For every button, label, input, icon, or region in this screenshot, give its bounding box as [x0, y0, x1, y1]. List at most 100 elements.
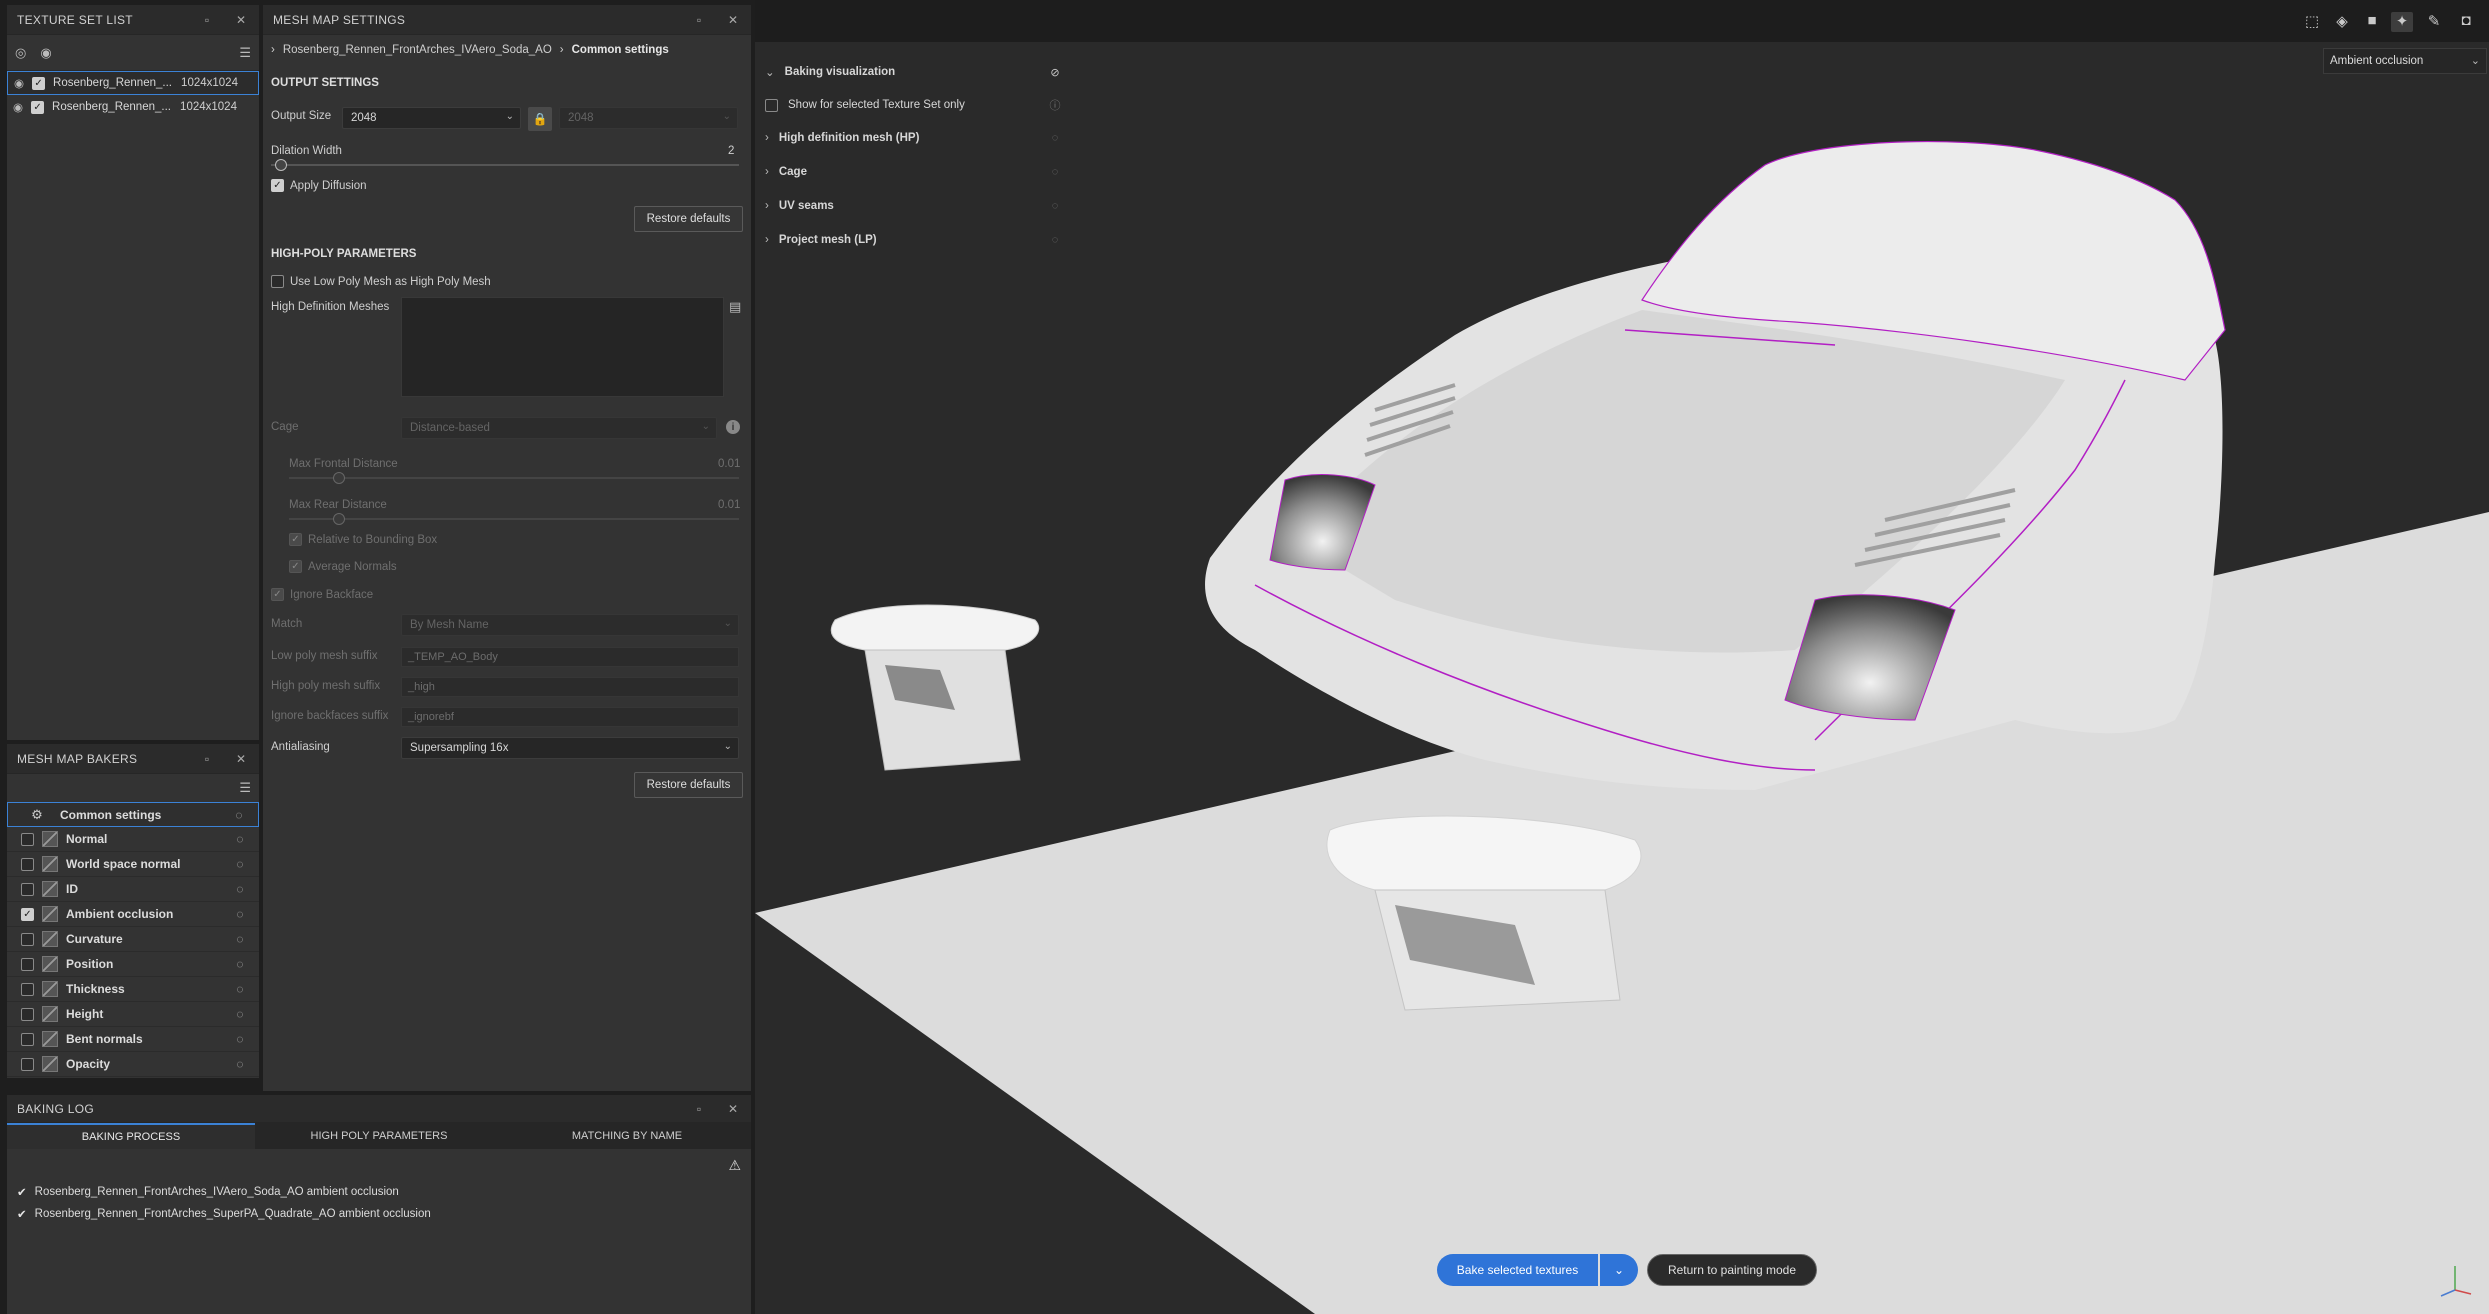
vis-group-hp[interactable]: › High definition mesh (HP) ◌ [765, 121, 1065, 155]
3d-viewport[interactable]: ⬚ ◈ ■ ✦ ✎ ◘ Ambient occlusion ⌄ ⌄ Baking… [755, 0, 2489, 1314]
eye-icon[interactable]: ◉ [40, 45, 51, 61]
antialiasing-select[interactable]: Supersampling 16x ⌄ [401, 737, 739, 759]
baker-row[interactable]: Height ◌ [7, 1002, 259, 1027]
baker-checkbox[interactable] [21, 1007, 34, 1021]
baker-row[interactable]: Position ◌ [7, 952, 259, 977]
float-panel-icon[interactable]: ▫ [197, 10, 217, 30]
baker-checkbox[interactable]: ✓ [21, 907, 34, 921]
visibility-icon[interactable]: ◌ [1045, 132, 1065, 144]
visibility-link-icon[interactable]: ◌ [231, 982, 249, 996]
float-panel-icon[interactable]: ▫ [689, 1099, 709, 1119]
tab-matching-by-name[interactable]: MATCHING BY NAME [503, 1123, 751, 1149]
output-size-value: 2048 [351, 112, 377, 124]
tab-baking-process[interactable]: BAKING PROCESS [7, 1123, 255, 1149]
eye-icon[interactable]: ◉ [14, 76, 24, 90]
baker-row[interactable]: Opacity ◌ [7, 1052, 259, 1077]
vis-group-uv-seams[interactable]: › UV seams ◌ [765, 189, 1065, 223]
visibility-link-icon[interactable]: ◌ [231, 907, 249, 921]
eye-icon[interactable]: ◉ [13, 100, 23, 114]
texture-set-row[interactable]: ◉ ✓ Rosenberg_Rennen_... 1024x1024 [7, 71, 259, 95]
log-toolbar: ⚠ [7, 1149, 751, 1181]
baker-row[interactable]: World space normal ◌ [7, 852, 259, 877]
vis-group-cage[interactable]: › Cage ◌ [765, 155, 1065, 189]
dilation-width-slider-knob[interactable] [274, 159, 287, 171]
close-icon[interactable]: ✕ [231, 749, 251, 769]
restore-defaults-button[interactable]: Restore defaults [634, 772, 743, 798]
visibility-link-icon[interactable]: ◌ [231, 857, 249, 871]
baking-visualization-header[interactable]: ⌄ Baking visualization ⊘ [765, 55, 1065, 89]
visibility-icon[interactable]: ◌ [1045, 166, 1065, 178]
vis-group-lp[interactable]: › Project mesh (LP) ◌ [765, 223, 1065, 257]
baker-row[interactable]: ✓ Ambient occlusion ◌ [7, 902, 259, 927]
close-icon[interactable]: ✕ [723, 1099, 743, 1119]
baker-checkbox[interactable] [21, 857, 34, 871]
baker-row[interactable]: ID ◌ [7, 877, 259, 902]
visibility-link-icon[interactable]: ◌ [231, 932, 249, 946]
baker-checkbox[interactable] [21, 1057, 34, 1071]
list-settings-icon[interactable]: ☰ [239, 780, 251, 796]
return-to-painting-mode-button[interactable]: Return to painting mode [1647, 1254, 1817, 1286]
visibility-link-icon[interactable]: ◌ [231, 882, 249, 896]
tab-high-poly-parameters[interactable]: HIGH POLY PARAMETERS [255, 1123, 503, 1149]
visibility-link-icon[interactable]: ◌ [231, 1007, 249, 1021]
baker-checkbox[interactable] [21, 982, 34, 996]
baker-checkbox[interactable] [21, 882, 34, 896]
visibility-link-icon[interactable]: ◌ [230, 808, 248, 822]
baker-label: Opacity [66, 1057, 111, 1071]
max-frontal-distance-slider [289, 477, 739, 479]
baker-row[interactable]: Curvature ◌ [7, 927, 259, 952]
use-low-poly-row[interactable]: Use Low Poly Mesh as High Poly Mesh [271, 275, 491, 288]
eye-hidden-icon[interactable]: ⊘ [1045, 66, 1065, 79]
file-add-icon[interactable]: ▤ [729, 299, 741, 315]
baker-row[interactable]: Normal ◌ [7, 827, 259, 852]
info-icon[interactable]: ⓘ [1045, 97, 1065, 113]
baker-checkbox[interactable] [21, 932, 34, 946]
list-settings-icon[interactable]: ☰ [239, 45, 251, 61]
viewport-display-mode-select[interactable]: Ambient occlusion ⌄ [2323, 48, 2487, 74]
log-text: Rosenberg_Rennen_FrontArches_IVAero_Soda… [34, 1186, 399, 1198]
dilation-width-slider[interactable] [271, 164, 739, 166]
visibility-link-icon[interactable]: ◌ [231, 1032, 249, 1046]
texture-set-row[interactable]: ◉ ✓ Rosenberg_Rennen_... 1024x1024 [7, 95, 259, 119]
baker-checkbox[interactable] [21, 957, 34, 971]
show-selected-checkbox[interactable] [765, 98, 778, 112]
bake-options-dropdown[interactable]: ⌄ [1600, 1254, 1638, 1286]
baker-checkbox[interactable] [21, 1032, 34, 1046]
visibility-icon[interactable]: ◌ [1045, 234, 1065, 246]
warning-icon[interactable]: ⚠ [728, 1157, 741, 1174]
max-rear-distance-slider [289, 518, 739, 520]
baker-row[interactable]: Thickness ◌ [7, 977, 259, 1002]
baker-row[interactable]: Bent normals ◌ [7, 1027, 259, 1052]
use-low-poly-checkbox[interactable] [271, 275, 284, 288]
baker-common-settings[interactable]: ⚙ Common settings ◌ [7, 802, 259, 827]
vis-group-label: High definition mesh (HP) [778, 132, 920, 144]
visibility-toggle-icon[interactable]: ◎ [15, 45, 26, 61]
float-panel-icon[interactable]: ▫ [197, 749, 217, 769]
visibility-link-icon[interactable]: ◌ [231, 1057, 249, 1071]
close-icon[interactable]: ✕ [231, 10, 251, 30]
visibility-link-icon[interactable]: ◌ [231, 832, 249, 846]
chevron-down-icon: ⌄ [723, 618, 732, 629]
float-panel-icon[interactable]: ▫ [689, 10, 709, 30]
texture-set-name: Rosenberg_Rennen_... [52, 101, 171, 113]
texture-set-checkbox[interactable]: ✓ [32, 76, 46, 90]
restore-defaults-button[interactable]: Restore defaults [634, 206, 743, 232]
visibility-icon[interactable]: ◌ [1045, 200, 1065, 212]
chevron-right-icon: › [765, 166, 769, 178]
bake-selected-textures-button[interactable]: Bake selected textures [1437, 1254, 1598, 1286]
visibility-link-icon[interactable]: ◌ [231, 957, 249, 971]
texture-set-checkbox[interactable]: ✓ [31, 100, 45, 114]
info-icon[interactable]: i [726, 420, 740, 434]
show-selected-row[interactable]: Show for selected Texture Set only ⓘ [765, 89, 1065, 121]
output-size-select[interactable]: 2048 ⌄ [342, 107, 521, 129]
hd-meshes-list[interactable] [401, 297, 724, 397]
breadcrumb-current: Common settings [571, 44, 669, 56]
breadcrumb-item[interactable]: Rosenberg_Rennen_FrontArches_IVAero_Soda… [283, 44, 552, 56]
close-icon[interactable]: ✕ [723, 10, 743, 30]
apply-diffusion-checkbox[interactable]: ✓ [271, 179, 284, 192]
bakers-toolbar: ☰ [7, 774, 259, 802]
lock-icon[interactable]: 🔒 [528, 107, 552, 131]
ignore-backface-checkbox: ✓ [271, 588, 284, 601]
baker-checkbox[interactable] [21, 832, 34, 846]
apply-diffusion-row[interactable]: ✓ Apply Diffusion [271, 179, 367, 192]
